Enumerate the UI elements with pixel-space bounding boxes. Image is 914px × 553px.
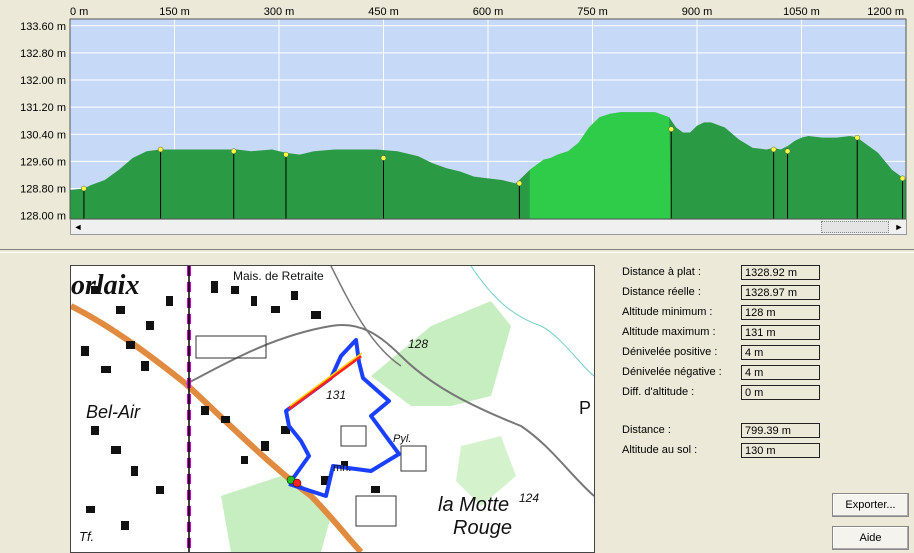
map-label-tf: Tf. [79, 529, 94, 544]
y-tick-label: 128.80 m [20, 183, 66, 195]
y-tick-label: 130.40 m [20, 129, 66, 141]
x-axis-ticks: 0 m 150 m 300 m 450 m 600 m 750 m 900 m 1050 m 1… [70, 6, 904, 18]
stat-value-field: 131 m [741, 325, 820, 340]
map-label-la-motte: la Motte [438, 494, 509, 516]
map-label-128: 128 [408, 337, 428, 351]
marker-point-icon [81, 185, 87, 192]
map-label-131: 131 [326, 388, 346, 402]
x-tick-label: 900 m [682, 6, 713, 18]
x-tick-label: 1050 m [783, 6, 820, 18]
stat-label: Diff. d'altitude : [622, 386, 695, 398]
scroll-left-arrow-icon[interactable]: ◄ [71, 220, 85, 234]
y-tick-label: 131.20 m [20, 102, 66, 114]
stat-label: Altitude maximum : [622, 326, 716, 338]
map-label-orlaix: orlaix [71, 270, 139, 301]
help-button[interactable]: Aide [832, 526, 909, 550]
map-label-p: P [579, 398, 591, 418]
stat-value-field: 0 m [741, 385, 820, 400]
marker-point-icon [283, 151, 289, 158]
marker-point-icon [899, 175, 906, 182]
stat-value-field: 1328.92 m [741, 265, 820, 280]
topographic-map[interactable]: orlaix Mais. de Retraite Bel-Air 128 131… [70, 265, 595, 553]
cursor-label: Altitude au sol : [622, 444, 698, 456]
y-tick-label: 132.80 m [20, 48, 66, 60]
stat-value-field: 128 m [741, 305, 820, 320]
x-tick-label: 300 m [264, 6, 295, 18]
map-label-mn: mn. [333, 462, 351, 474]
y-tick-label: 132.00 m [20, 75, 66, 87]
elevation-profile-chart[interactable]: 0 m 150 m 300 m 450 m 600 m 750 m 900 m 1050 m 1… [0, 0, 914, 240]
y-tick-label: 129.60 m [20, 156, 66, 168]
stat-label: Distance à plat : [622, 266, 701, 278]
x-tick-label: 450 m [368, 6, 399, 18]
marker-point-icon [230, 148, 237, 154]
x-tick-label: 150 m [159, 6, 190, 18]
marker-point-icon [668, 126, 674, 132]
x-tick-label: 0 m [70, 6, 88, 18]
end-marker-icon [292, 478, 302, 488]
marker-point-icon [784, 148, 791, 154]
map-label-retraite: Mais. de Retraite [233, 269, 324, 283]
map-canvas[interactable]: orlaix Mais. de Retraite Bel-Air 128 131… [71, 266, 594, 552]
map-label-bel-air: Bel-Air [86, 402, 141, 422]
export-button[interactable]: Exporter... [832, 493, 909, 517]
stat-label: Distance réelle : [622, 286, 701, 298]
marker-point-icon [516, 180, 523, 187]
y-axis-ticks: 133.60 m 132.80 m 132.00 m 131.20 m 130.40 m… [20, 21, 66, 223]
map-label-124: 124 [519, 491, 539, 505]
map-label-pyl: Pyl. [393, 433, 411, 445]
scroll-right-arrow-icon[interactable]: ► [892, 220, 906, 234]
y-tick-label: 133.60 m [20, 21, 66, 33]
panel-separator [0, 249, 914, 253]
marker-point-icon [157, 146, 164, 153]
stat-value-field: 4 m [741, 365, 820, 380]
marker-point-icon [854, 134, 860, 141]
stat-value-field: 4 m [741, 345, 820, 360]
profile-scrollbar[interactable]: ◄ ► [70, 219, 907, 235]
cursor-value-field: 799.39 m [741, 423, 820, 438]
y-tick-label: 128.00 m [20, 211, 66, 223]
cursor-value-field: 130 m [741, 443, 820, 458]
cursor-label: Distance : [622, 424, 671, 436]
stat-label: Dénivelée positive : [622, 346, 718, 358]
x-tick-label: 600 m [473, 6, 504, 18]
scroll-thumb[interactable] [821, 221, 889, 233]
x-tick-label: 1200 m [867, 6, 904, 18]
map-label-rouge: Rouge [453, 517, 512, 539]
marker-point-icon [380, 155, 387, 161]
stat-label: Altitude minimum : [622, 306, 713, 318]
stat-value-field: 1328.97 m [741, 285, 820, 300]
marker-point-icon [770, 146, 777, 153]
stat-label: Dénivelée négative : [622, 366, 722, 378]
x-tick-label: 750 m [577, 6, 608, 18]
